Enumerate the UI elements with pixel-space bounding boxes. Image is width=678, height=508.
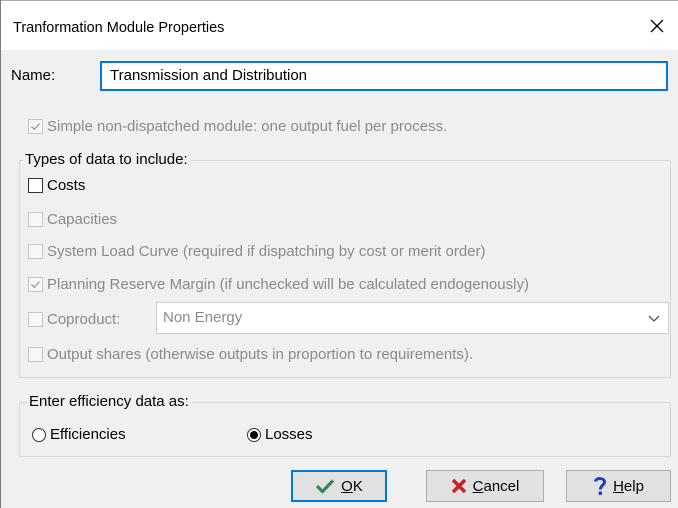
planning-reserve-label: Planning Reserve Margin (if unchecked wi… — [47, 276, 529, 293]
losses-label: Losses — [265, 426, 313, 443]
data-types-legend: Types of data to include: — [23, 151, 190, 168]
cancel-label-rest: ancel — [483, 477, 520, 495]
radio-circle — [32, 427, 46, 442]
efficiencies-label: Efficiencies — [50, 426, 126, 443]
efficiency-legend: Enter efficiency data as: — [27, 393, 191, 410]
output-shares-label: Output shares (otherwise outputs in prop… — [47, 346, 474, 363]
help-button[interactable]: Help — [566, 470, 671, 502]
checkmark-icon — [316, 479, 335, 494]
radio-circle — [247, 427, 261, 442]
system-load-curve-label: System Load Curve (required if dispatchi… — [47, 243, 486, 260]
coproduct-select[interactable]: Non Energy — [156, 302, 669, 334]
x-icon — [451, 478, 466, 494]
checkbox-box — [28, 347, 43, 362]
close-icon — [650, 19, 664, 33]
help-mnemonic: H — [613, 477, 624, 495]
efficiencies-radio[interactable]: Efficiencies — [32, 426, 126, 443]
simple-module-checkbox[interactable]: Simple non-dispatched module: one output… — [28, 118, 447, 135]
simple-module-label: Simple non-dispatched module: one output… — [47, 118, 448, 135]
checkbox-box — [28, 244, 43, 259]
radio-dot — [250, 430, 258, 439]
ok-mnemonic: O — [341, 477, 353, 495]
help-label-rest: elp — [623, 477, 644, 495]
checkbox-box — [28, 178, 43, 193]
cancel-button[interactable]: Cancel — [426, 470, 544, 502]
capacities-checkbox[interactable]: Capacities — [28, 211, 117, 228]
system-load-curve-checkbox[interactable]: System Load Curve (required if dispatchi… — [28, 243, 486, 260]
checkbox-box — [28, 277, 43, 292]
checkmark-icon — [31, 281, 40, 289]
losses-radio[interactable]: Losses — [247, 426, 313, 443]
question-mark-icon — [594, 477, 607, 495]
ok-label-rest: K — [352, 477, 363, 495]
costs-checkbox[interactable]: Costs — [28, 177, 85, 194]
planning-reserve-checkbox[interactable]: Planning Reserve Margin (if unchecked wi… — [28, 276, 529, 293]
title-bar: Tranformation Module Properties — [1, 0, 678, 50]
coproduct-value: Non Energy — [163, 309, 243, 326]
close-button[interactable] — [635, 1, 678, 51]
chevron-down-icon — [648, 315, 660, 322]
cancel-mnemonic: C — [472, 477, 484, 495]
checkbox-box — [28, 212, 43, 227]
coproduct-label: Coproduct: — [47, 311, 121, 328]
window-title: Tranformation Module Properties — [13, 20, 225, 36]
ok-button[interactable]: OK — [291, 470, 387, 502]
checkbox-box — [28, 119, 43, 134]
coproduct-checkbox[interactable]: Coproduct: — [28, 311, 120, 328]
properties-dialog: Tranformation Module Properties Name: Tr… — [0, 0, 678, 508]
capacities-label: Capacities — [47, 211, 118, 228]
checkmark-icon — [31, 123, 40, 131]
name-label: Name: — [11, 67, 56, 84]
output-shares-checkbox[interactable]: Output shares (otherwise outputs in prop… — [28, 346, 473, 363]
name-input[interactable]: Transmission and Distribution — [100, 61, 668, 91]
costs-label: Costs — [47, 177, 86, 194]
checkbox-box — [28, 312, 43, 327]
